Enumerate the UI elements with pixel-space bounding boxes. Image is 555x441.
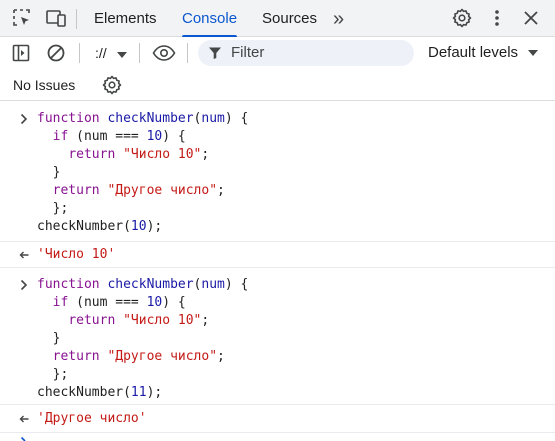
issues-settings-gear-icon[interactable] — [101, 74, 123, 96]
console-result-message: 'Другое число' — [0, 405, 555, 433]
result-arrow-icon — [18, 410, 30, 428]
devtools-tab-bar: Elements Console Sources » — [0, 0, 555, 38]
code-line: checkNumber — [107, 111, 194, 126]
select-element-icon[interactable] — [11, 7, 33, 29]
result-arrow-icon — [18, 246, 30, 264]
tabbar-divider — [76, 9, 77, 29]
tab-console-label: Console — [182, 10, 238, 27]
console-messages[interactable]: function checkNumber(num) { if (num === … — [0, 101, 555, 441]
device-toolbar-icon[interactable] — [45, 7, 67, 29]
filter-funnel-icon — [208, 46, 222, 63]
issues-bar: No Issues — [0, 69, 555, 101]
context-dropdown-icon — [116, 44, 127, 64]
tab-sources[interactable]: Sources — [262, 0, 317, 37]
console-prompt-chevron-icon — [18, 436, 30, 441]
clear-console-icon[interactable] — [45, 42, 67, 64]
issues-count-link[interactable]: No Issues — [13, 77, 75, 93]
sidebar-toggle-icon[interactable] — [10, 42, 32, 64]
close-icon[interactable] — [520, 7, 542, 29]
more-tabs-icon[interactable]: » — [333, 0, 344, 37]
toolbar-divider — [187, 43, 188, 63]
filter-input[interactable]: Filter — [198, 40, 414, 66]
toolbar-divider — [139, 43, 140, 63]
result-value: 'Другое число' — [37, 411, 147, 426]
console-input-message[interactable]: function checkNumber(num) { if (num === … — [0, 101, 555, 242]
log-levels-label: Default levels — [428, 44, 519, 61]
input-prompt-chevron-icon — [18, 276, 30, 294]
result-value: 'Число 10' — [37, 247, 116, 262]
console-code-block: function checkNumber(num) { if (num === … — [37, 277, 249, 400]
context-selector-label: :// — [95, 45, 107, 61]
tab-elements[interactable]: Elements — [94, 0, 157, 37]
live-expression-eye-icon[interactable] — [152, 42, 176, 64]
toolbar-divider — [79, 43, 80, 63]
console-prompt-line[interactable] — [0, 433, 555, 441]
context-selector[interactable]: :// — [95, 43, 127, 63]
input-prompt-chevron-icon — [18, 110, 30, 128]
settings-gear-icon[interactable] — [451, 7, 473, 29]
levels-dropdown-icon — [528, 43, 539, 63]
filter-placeholder: Filter — [231, 44, 265, 61]
more-vert-icon[interactable] — [486, 7, 508, 29]
console-code-block: function checkNumber(num) { if (num === … — [37, 111, 249, 234]
console-toolbar: :// Filter Default levels — [0, 37, 555, 69]
tab-console[interactable]: Console — [182, 0, 238, 38]
console-input-message[interactable]: function checkNumber(num) { if (num === … — [0, 268, 555, 405]
console-result-message: 'Число 10' — [0, 242, 555, 268]
log-levels-dropdown[interactable]: Default levels — [428, 43, 539, 63]
